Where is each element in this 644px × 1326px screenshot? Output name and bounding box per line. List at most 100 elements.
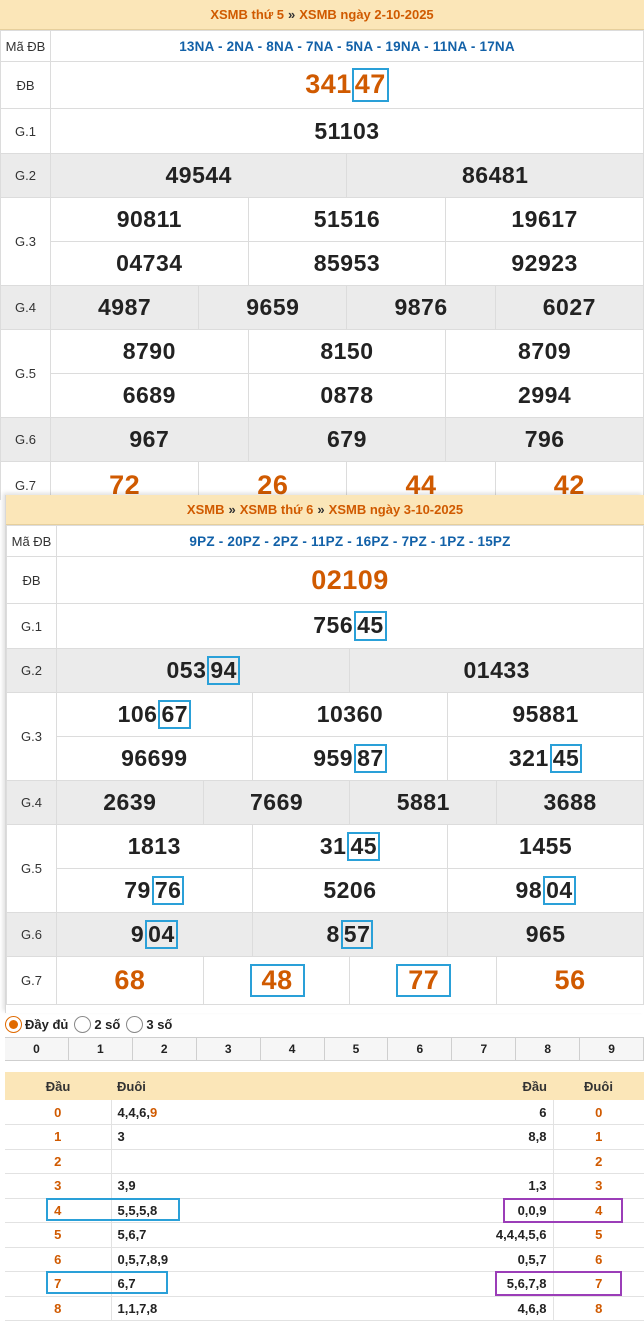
prize-g5-cell: 1813 <box>56 824 253 869</box>
digit-button[interactable]: 8 <box>516 1038 581 1060</box>
prize-label-g4: G.4 <box>0 285 51 330</box>
column-header-dau: Đầu <box>5 1072 111 1100</box>
head-digit: 4 <box>5 1198 112 1223</box>
digit-button[interactable]: 9 <box>580 1038 644 1060</box>
prize-label-g2: G.2 <box>0 153 51 198</box>
prize-g5-cell: 8790 <box>50 329 249 374</box>
prize-label-g3: G.3 <box>0 197 51 286</box>
title-link-thu5[interactable]: XSMB thứ 5 <box>210 7 284 22</box>
prize-label-g4: G.4 <box>6 780 57 825</box>
ma-db-label: Mã ĐB <box>6 525 57 557</box>
table-row: 5 5,6,7 <box>5 1222 337 1248</box>
table-row: 8 1,1,7,8 <box>5 1296 337 1321</box>
digit-button[interactable]: 4 <box>261 1038 325 1060</box>
mode-radio-full[interactable]: Đầy đủ <box>5 1015 68 1033</box>
prize-prefix: 106 <box>117 700 158 727</box>
prize-g7-cell: 48 <box>202 956 351 1005</box>
ma-db-codes: 9PZ - 20PZ - 2PZ - 11PZ - 16PZ - 7PZ - 1… <box>56 525 644 557</box>
prize-g3-cell: 95881 <box>447 692 644 737</box>
prize-g5-value: 8150 <box>320 338 374 364</box>
radio-selected-icon[interactable] <box>5 1015 22 1033</box>
prize-g5-cell: 8709 <box>445 329 644 374</box>
table-row: 4,4,4,5,6 5 <box>337 1222 644 1248</box>
prize-g4-cell: 6027 <box>494 285 644 330</box>
prize-table: Mã ĐB 9PZ - 20PZ - 2PZ - 11PZ - 16PZ - 7… <box>6 525 644 1005</box>
tail-digits: 1,1,7,8 <box>111 1296 337 1321</box>
prize-prefix: 8 <box>326 920 340 947</box>
prize-prefix: 959 <box>313 744 354 771</box>
digit-filter-strip: 0 1 2 3 4 5 6 7 8 9 <box>5 1037 644 1061</box>
result-title-bar: XSMB » XSMB thứ 6 » XSMB ngày 3-10-2025 <box>6 495 644 525</box>
head-digit: 5 <box>5 1222 112 1248</box>
prize-g4-cell: 3688 <box>496 780 644 825</box>
table-row: 0,5,7 6 <box>337 1247 644 1272</box>
tail-digits: 3,9 <box>111 1173 337 1199</box>
tail-digit: 1 <box>553 1124 644 1150</box>
title-link-xsmb[interactable]: XSMB <box>187 502 225 517</box>
table-row: 5,6,7,8 7 <box>337 1271 644 1297</box>
prize-g7-cell: 68 <box>56 956 204 1005</box>
mode-radio-2digits[interactable]: 2 số <box>74 1015 120 1033</box>
prize-label-g5: G.5 <box>6 824 57 913</box>
prize-label-g1: G.1 <box>0 108 51 154</box>
special-prize-value: 02109 <box>311 564 389 595</box>
digit-button[interactable]: 0 <box>5 1038 69 1060</box>
tail-digits: 5,6,7 <box>111 1222 337 1248</box>
digit-button[interactable]: 1 <box>69 1038 133 1060</box>
title-link-date[interactable]: XSMB ngày 3-10-2025 <box>329 502 463 517</box>
digit-button[interactable]: 2 <box>133 1038 197 1060</box>
title-link-thu6[interactable]: XSMB thứ 6 <box>240 502 314 517</box>
prize-g7-cell: 77 <box>349 956 498 1005</box>
table-row: 4,6,8 8 <box>337 1296 644 1321</box>
prize-label-g2: G.2 <box>6 648 57 693</box>
digit-button[interactable]: 6 <box>388 1038 453 1060</box>
prize-g4-value: 9876 <box>394 294 448 320</box>
digit-button[interactable]: 7 <box>452 1038 517 1060</box>
tail-digit: 5 <box>553 1222 644 1248</box>
prize-g4-cell: 2639 <box>56 780 204 825</box>
prize-g3-value: 04734 <box>116 250 183 276</box>
digit-button[interactable]: 3 <box>197 1038 261 1060</box>
special-prize: 02109 <box>56 556 644 604</box>
table-row: 1,3 3 <box>337 1173 644 1199</box>
prize-g6-value: 679 <box>327 426 367 452</box>
prize-g7-value: 56 <box>554 965 586 995</box>
prize-g3-cell: 106 67 <box>56 692 253 737</box>
radio-icon[interactable] <box>74 1015 92 1033</box>
special-prize-highlight: 47 <box>351 68 389 102</box>
prize-g3-cell: 96699 <box>56 736 253 781</box>
prize-prefix: 053 <box>166 656 207 683</box>
prize-g5-value: 1813 <box>127 833 181 859</box>
prize-prefix: 98 <box>515 876 543 903</box>
table-row: 3 3,9 <box>5 1173 337 1199</box>
table-row: 4 5,5,5,8 <box>5 1198 337 1223</box>
prize-highlight: 45 <box>354 611 387 641</box>
tail-digits: 5,5,5,8 <box>111 1198 337 1223</box>
title-separator: » <box>288 7 296 22</box>
prize-g4-value: 7669 <box>249 789 304 815</box>
digit-button[interactable]: 5 <box>325 1038 389 1060</box>
prize-g3-value: 96699 <box>121 745 188 771</box>
prize-g4-value: 5881 <box>396 789 450 815</box>
head-digit: 7 <box>5 1271 112 1297</box>
prize-g4-value: 6027 <box>542 294 596 320</box>
prize-highlight: 57 <box>340 919 374 950</box>
title-link-date[interactable]: XSMB ngày 2-10-2025 <box>299 7 433 22</box>
radio-icon[interactable] <box>126 1015 144 1033</box>
tail-values: 4,4,6, <box>117 1104 151 1120</box>
prize-g6-value: 965 <box>525 921 566 947</box>
prize-label-g7: G.7 <box>6 956 57 1005</box>
prize-g3-value: 10360 <box>316 701 384 727</box>
prize-g1-cell: 756 45 <box>56 603 644 649</box>
mode-radio-3digits[interactable]: 3 số <box>126 1015 172 1033</box>
prize-g3-cell: 10360 <box>251 692 449 737</box>
prize-g3-cell: 85953 <box>247 241 447 286</box>
tail-digit: 7 <box>553 1271 644 1297</box>
prize-g6-cell: 965 <box>447 912 644 957</box>
prize-g2-value: 01433 <box>463 657 530 683</box>
head-digits: 4,6,8 <box>337 1296 554 1321</box>
result-table-2-10-2025: XSMB thứ 5 » XSMB ngày 2-10-2025 Mã ĐB 1… <box>0 0 644 500</box>
table-row: 13 <box>5 1124 337 1150</box>
prize-g2-value: 86481 <box>461 162 529 188</box>
prize-prefix: 31 <box>319 832 347 859</box>
